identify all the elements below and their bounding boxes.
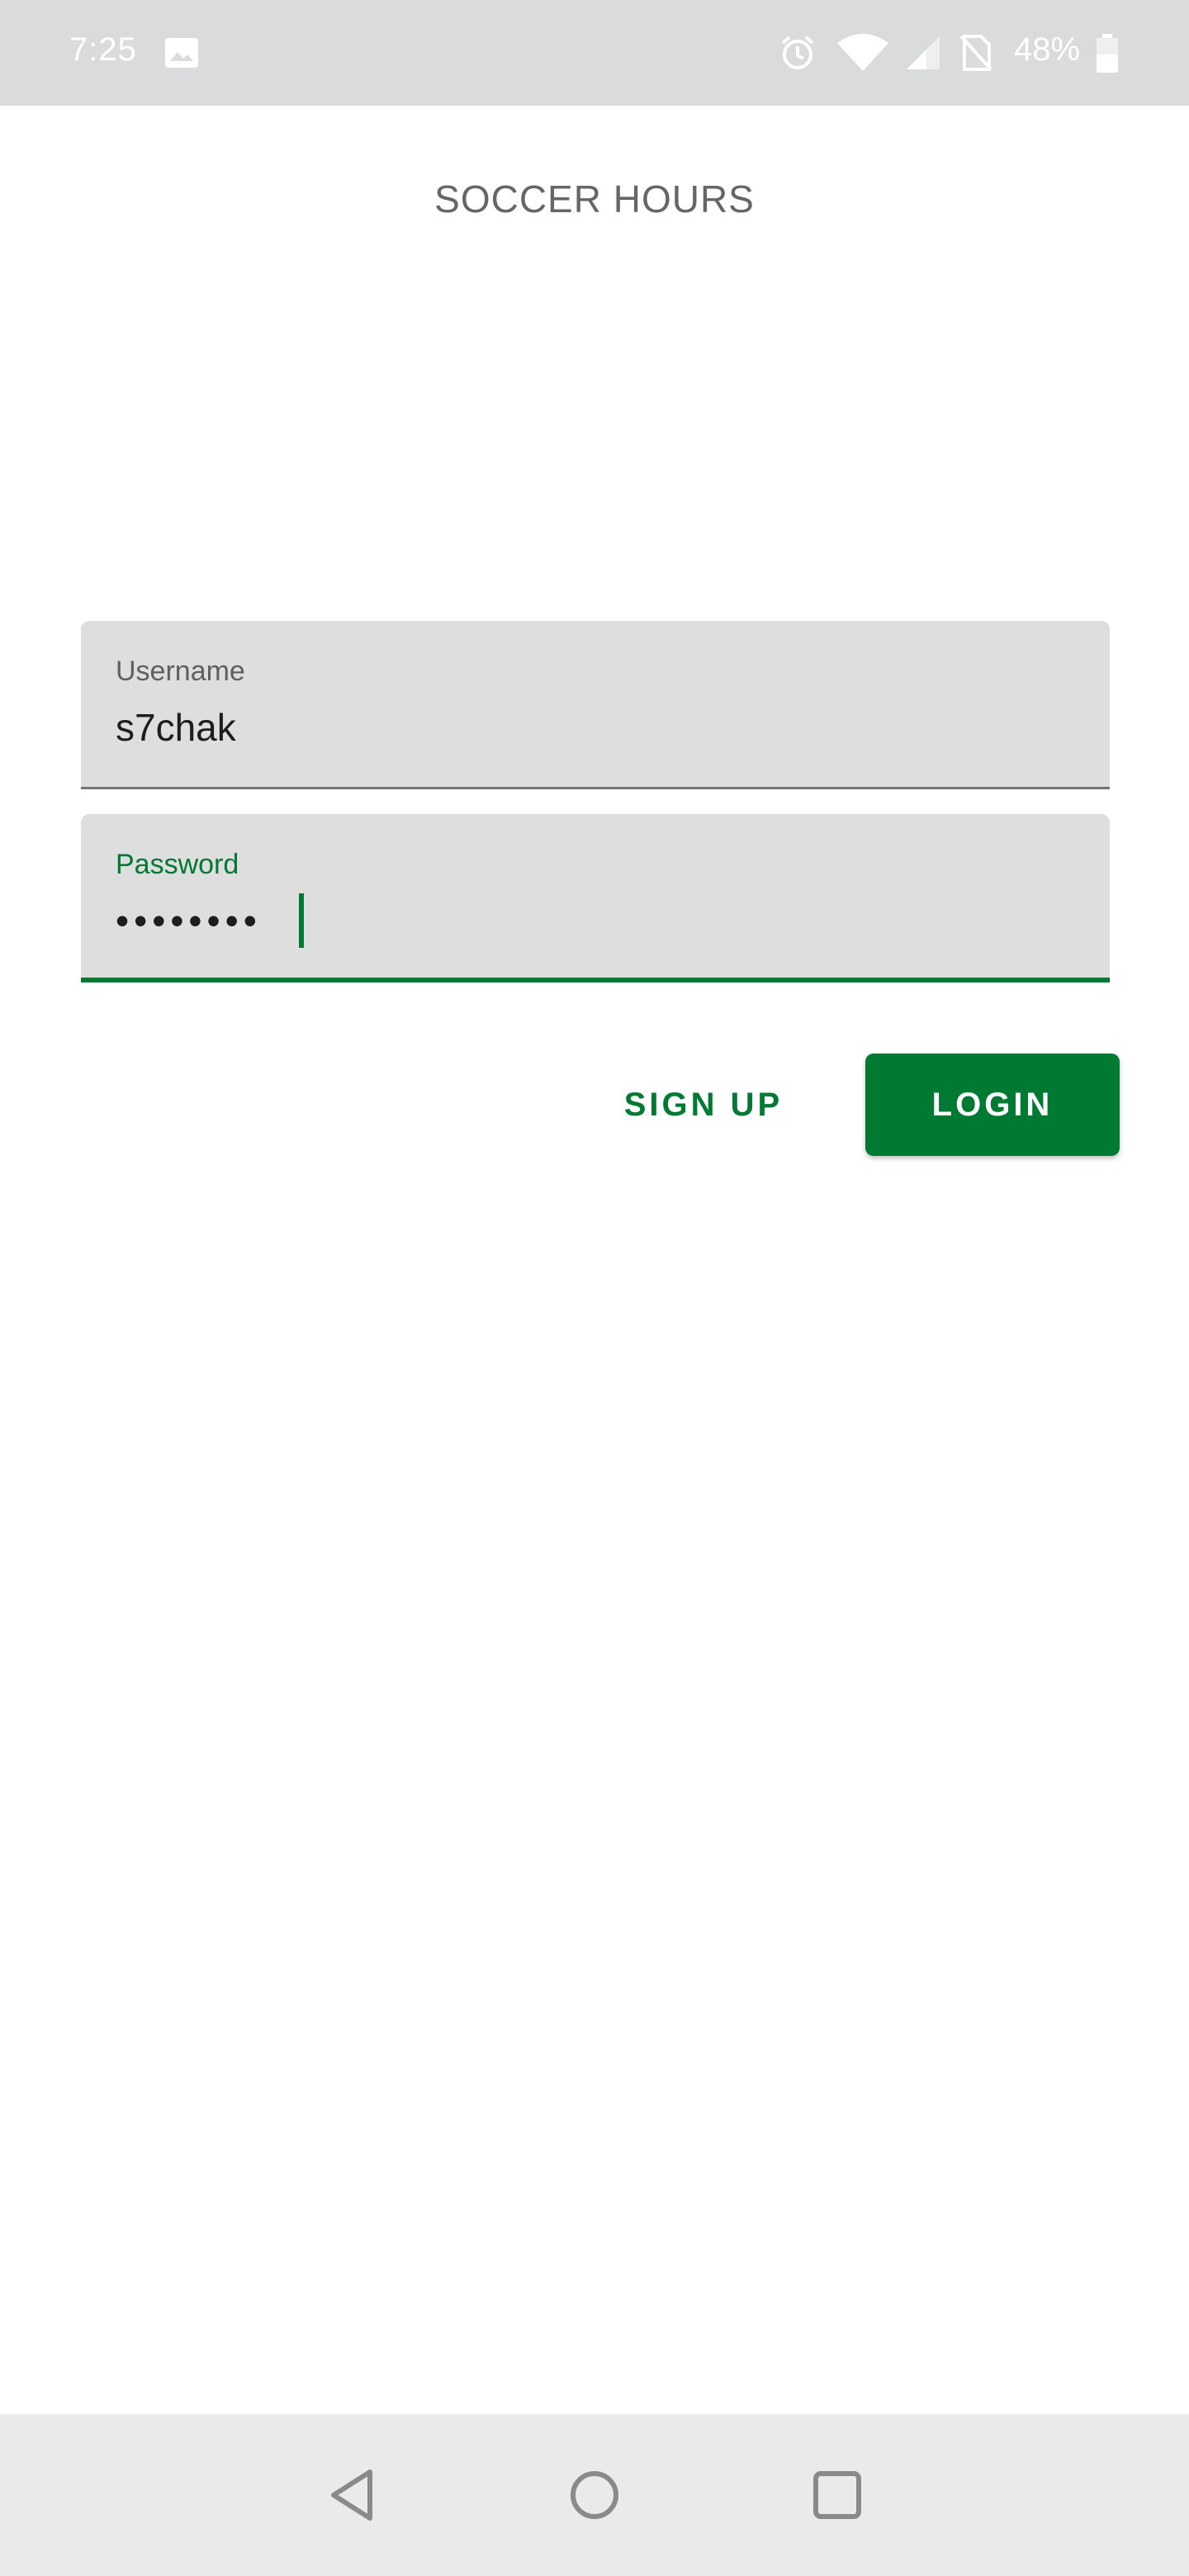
sign-up-button[interactable]: SIGN UP (588, 1054, 819, 1156)
app-title: SOCCER HOURS (434, 178, 755, 220)
recents-icon[interactable] (808, 2465, 867, 2525)
password-value: •••••••• (116, 899, 262, 942)
wifi-icon (837, 34, 888, 71)
text-cursor (299, 893, 304, 948)
username-field[interactable]: Username s7chak (81, 621, 1110, 789)
alarm-icon (781, 36, 814, 69)
signal-icon (907, 36, 940, 69)
navigation-bar (0, 2414, 1189, 2576)
status-bar: 7:25 48% (0, 0, 1189, 106)
password-label: Password (116, 849, 239, 880)
battery-percent: 48% (1014, 31, 1081, 68)
username-value: s7chak (116, 706, 236, 749)
status-time: 7:25 (69, 31, 137, 68)
no-sim-icon (959, 35, 992, 71)
battery-icon (1097, 34, 1118, 73)
home-icon[interactable] (565, 2465, 624, 2525)
login-button[interactable]: LOGIN (865, 1054, 1120, 1156)
password-field[interactable]: Password •••••••• (81, 814, 1110, 983)
image-icon (165, 38, 198, 68)
login-screen: 7:25 48% SOCCER HOURS Username s7chak Pa… (0, 0, 1189, 2576)
back-icon[interactable] (324, 2465, 383, 2525)
username-label: Username (116, 656, 245, 687)
